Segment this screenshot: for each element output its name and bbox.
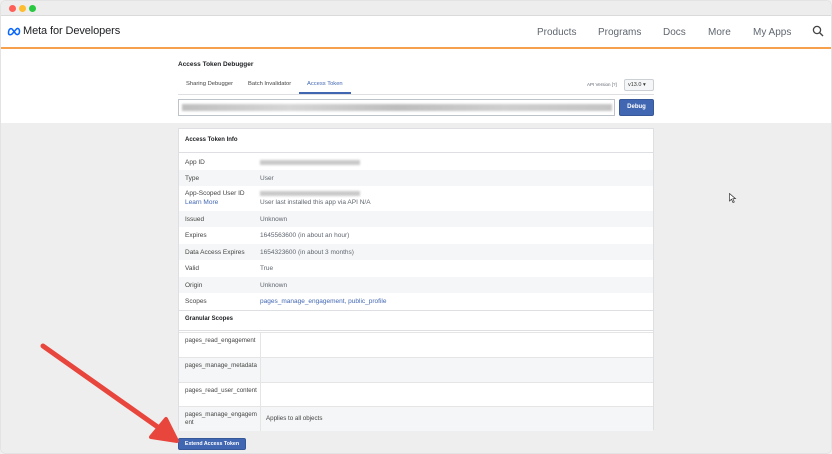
api-version-label: API Version [?]: [587, 82, 617, 87]
info-row-data-access-expires: Data Access Expires 1654323600 (in about…: [179, 244, 653, 260]
info-value: Unknown: [260, 282, 288, 289]
info-value: Unknown: [260, 216, 288, 223]
info-label: Data Access Expires: [185, 249, 245, 256]
granular-scope-row: pages_read_user_content: [179, 382, 653, 407]
brand-name: Meta for Developers: [23, 25, 121, 37]
cell-divider: [260, 358, 261, 382]
info-value: User: [260, 175, 274, 182]
red-arrow-annotation-icon: [40, 343, 179, 443]
cell-divider: [260, 333, 261, 357]
info-label: Scopes: [185, 298, 207, 305]
section-divider: [179, 330, 653, 331]
granular-scopes-title: Granular Scopes: [185, 316, 234, 322]
info-row-expires: Expires 1645563600 (in about an hour): [179, 227, 653, 244]
redacted-app-id: [260, 159, 360, 165]
info-label: Origin: [185, 282, 203, 289]
info-value: 1654323600 (in about 3 months): [260, 249, 354, 256]
meta-logo[interactable]: Meta for Developers: [7, 25, 120, 37]
browser-window: Meta for Developers Products Programs Do…: [0, 0, 832, 454]
nav-products[interactable]: Products: [537, 27, 576, 38]
cell-divider: [260, 383, 261, 407]
info-row-issued: Issued Unknown: [179, 211, 653, 227]
tab-batch-invalidator[interactable]: Batch Invalidator: [248, 81, 291, 87]
close-window-button[interactable]: [9, 5, 16, 12]
minimize-window-button[interactable]: [19, 5, 26, 12]
learn-more-link[interactable]: Learn More: [185, 199, 218, 206]
redacted-token-text: [182, 104, 612, 111]
page-title: Access Token Debugger: [178, 61, 254, 68]
info-label: App ID: [185, 159, 205, 166]
info-value: User last installed this app via API N/A: [260, 186, 371, 211]
info-row-origin: Origin Unknown: [179, 277, 653, 293]
info-value: True: [260, 265, 274, 272]
install-note: User last installed this app via API N/A: [260, 199, 371, 206]
tab-sharing-debugger[interactable]: Sharing Debugger: [186, 81, 233, 87]
info-row-scopes: Scopes pages_manage_engagement, public_p…: [179, 293, 653, 310]
info-label: App-Scoped User ID Learn More: [179, 186, 260, 211]
scope-name: pages_manage_metadata: [185, 362, 257, 369]
access-token-input[interactable]: [178, 99, 615, 116]
api-version-select[interactable]: v13.0 ▾: [624, 79, 654, 91]
info-row-valid: Valid True: [179, 260, 653, 277]
redacted-user-id: [260, 190, 360, 196]
window-titlebar: [1, 1, 831, 16]
info-row-app-scoped-user-id: App-Scoped User ID Learn More User last …: [179, 186, 653, 211]
nav-docs[interactable]: Docs: [663, 27, 686, 38]
nav-more[interactable]: More: [708, 27, 731, 38]
maximize-window-button[interactable]: [29, 5, 36, 12]
scope-targets: Applies to all objects: [266, 415, 323, 422]
token-info-panel: Access Token Info App ID Type User App-S…: [178, 128, 654, 431]
info-label: Expires: [185, 232, 207, 239]
granular-scope-row: pages_manage_metadata: [179, 357, 653, 382]
section-divider: [179, 152, 653, 153]
tabs-divider: [178, 94, 654, 95]
section-divider: [179, 310, 653, 311]
info-value: 1645563600 (in about an hour): [260, 232, 350, 239]
granular-scope-row: pages_read_engagement: [179, 332, 653, 357]
nav-my-apps[interactable]: My Apps: [753, 27, 791, 38]
info-row-app-id: App ID: [179, 156, 653, 170]
scopes-value: pages_manage_engagement, public_profile: [260, 298, 387, 305]
debug-button[interactable]: Debug: [619, 99, 654, 116]
access-token-info-title: Access Token Info: [185, 137, 238, 143]
granular-scope-row: pages_manage_engagement Applies to all o…: [179, 406, 653, 431]
info-label-text: App-Scoped User ID: [185, 190, 245, 197]
mouse-cursor-icon: [729, 193, 737, 203]
search-icon[interactable]: [812, 25, 824, 37]
info-label: Issued: [185, 216, 205, 223]
info-label: Type: [185, 175, 200, 182]
tab-access-token[interactable]: Access Token: [307, 81, 343, 87]
info-label: Valid: [185, 265, 199, 272]
app-id-value: [260, 156, 360, 170]
cell-divider: [260, 407, 261, 431]
scope-name: pages_manage_engagement: [185, 411, 257, 426]
scope-name: pages_read_user_content: [185, 387, 257, 394]
info-row-type: Type User: [179, 170, 653, 186]
nav-programs[interactable]: Programs: [598, 27, 641, 38]
top-navbar: Meta for Developers Products Programs Do…: [1, 16, 831, 49]
scope-name: pages_read_engagement: [185, 337, 256, 344]
meta-infinity-icon: [7, 27, 21, 36]
